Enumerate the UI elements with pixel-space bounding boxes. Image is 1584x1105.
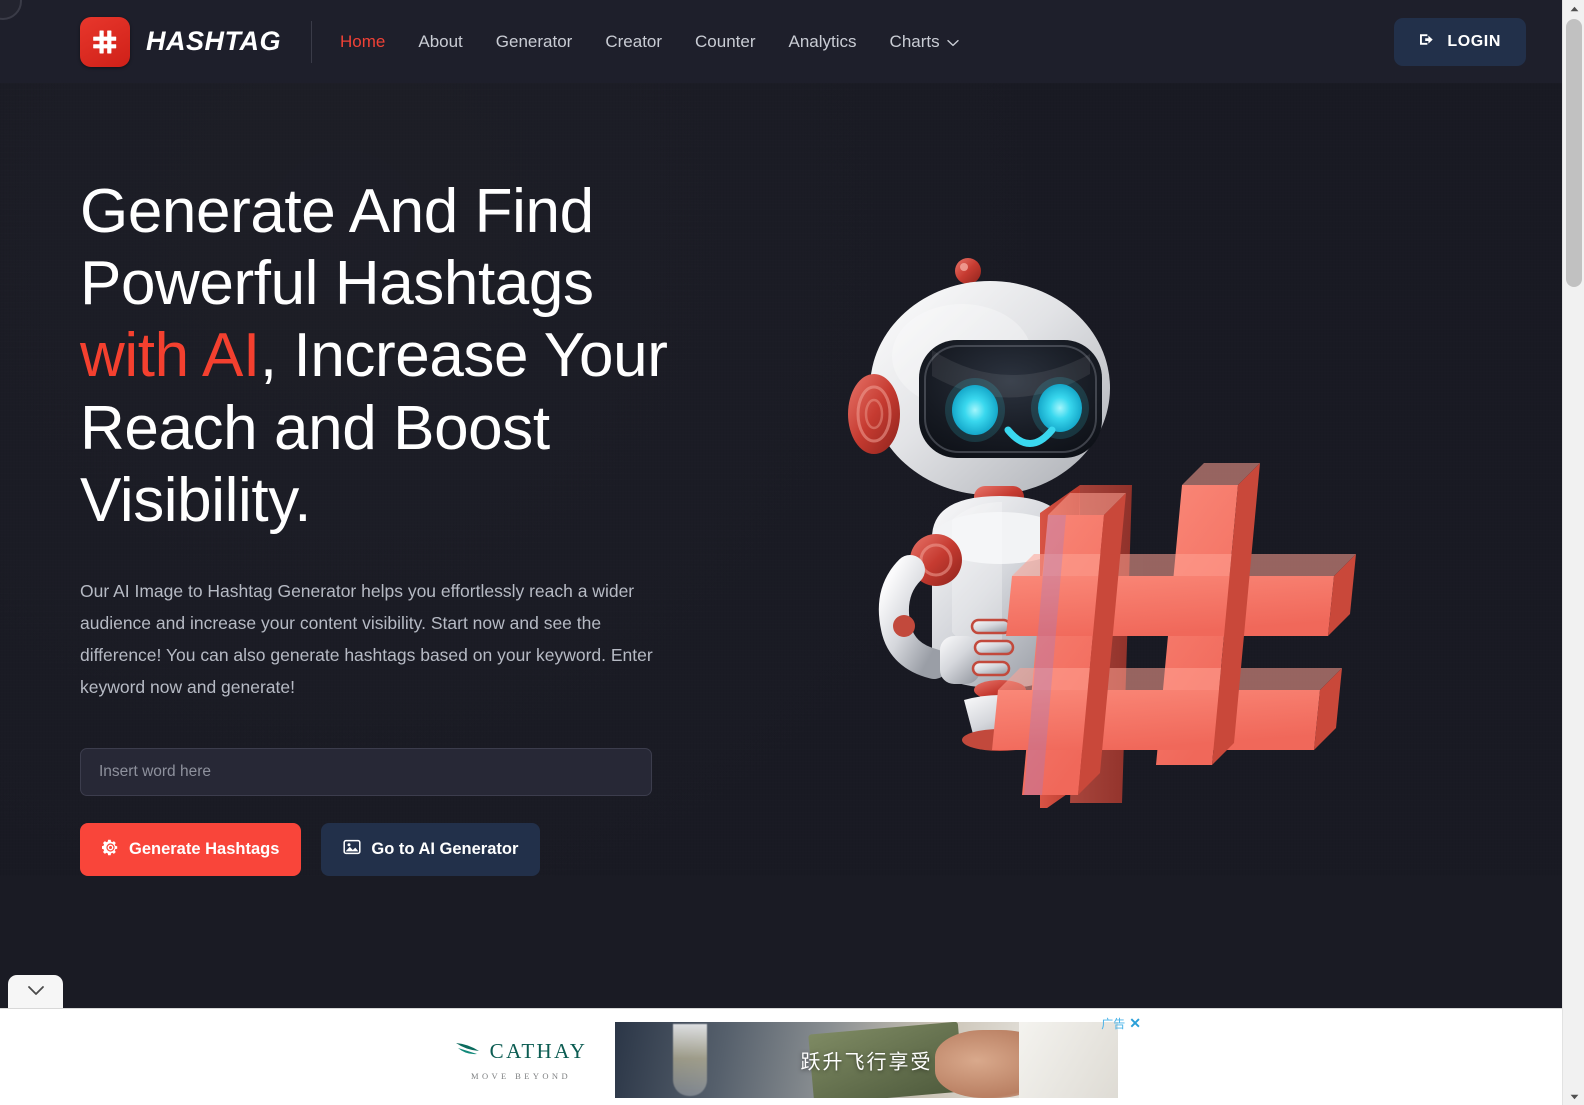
ad-brand-block: CATHAY MOVE BEYOND [427, 1039, 615, 1081]
main-navigation: Home About Generator Creator Counter Ana… [340, 32, 959, 52]
brand-name: HASHTAG [146, 26, 281, 56]
hero-title-line-5: Visibility. [80, 465, 312, 535]
hero-title-line-3: , Increase Your [259, 321, 668, 391]
image-icon [343, 838, 361, 861]
nav-item-creator[interactable]: Creator [605, 32, 662, 52]
browser-scrollbar[interactable] [1562, 0, 1584, 1105]
gear-icon [101, 839, 119, 861]
hero-description: Our AI Image to Hashtag Generator helps … [80, 581, 653, 698]
nav-item-generator[interactable]: Generator [496, 32, 573, 52]
ad-brand-name: CATHAY [489, 1038, 588, 1063]
advertisement-card[interactable]: CATHAY MOVE BEYOND 跃升飞行享受 广告 ✕ [427, 1013, 1143, 1105]
login-button[interactable]: LOGIN [1394, 17, 1526, 66]
site-header: HASHTAG Home About Generator Creator Cou… [0, 0, 1562, 83]
scroll-up-arrow-icon[interactable] [1563, 0, 1584, 17]
page-title: Generate And Find Powerful Hashtags with… [80, 176, 680, 537]
generate-hashtags-button[interactable]: Generate Hashtags [80, 823, 302, 877]
ad-headline: 跃升飞行享受 [800, 1051, 933, 1073]
cathay-brushwing-icon [455, 1039, 481, 1064]
hero-title-line-4: Reach and Boost [80, 393, 550, 463]
nav-item-home[interactable]: Home [340, 32, 385, 52]
nav-item-charts[interactable]: Charts [890, 32, 959, 52]
nav-item-about[interactable]: About [418, 32, 462, 52]
login-button-label: LOGIN [1447, 32, 1501, 50]
go-to-ai-generator-label: Go to AI Generator [371, 840, 519, 859]
scroll-down-arrow-icon[interactable] [1563, 1088, 1584, 1105]
close-icon[interactable]: ✕ [1129, 1015, 1141, 1032]
page-root: HASHTAG Home About Generator Creator Cou… [0, 0, 1584, 1105]
sign-in-icon [1419, 31, 1436, 53]
chevron-down-icon [27, 983, 45, 1001]
ad-label-text: 广告 [1101, 1017, 1126, 1031]
nav-item-charts-label: Charts [889, 31, 940, 51]
hero-title-accent: with AI [80, 321, 260, 391]
ad-tagline: MOVE BEYOND [471, 1070, 571, 1081]
keyword-input[interactable] [80, 748, 652, 797]
ad-media-image: 跃升飞行享受 [615, 1021, 1118, 1098]
chevron-down-icon [946, 32, 959, 52]
hero-title-line-1: Generate And Find [80, 177, 594, 246]
generate-hashtags-label: Generate Hashtags [129, 840, 280, 859]
brand-logo[interactable]: HASHTAG [80, 16, 281, 67]
hero-title-line-2: Powerful Hashtags [80, 249, 594, 319]
collapse-panel-button[interactable] [8, 975, 63, 1008]
nav-item-counter[interactable]: Counter [695, 32, 755, 52]
website-viewport: HASHTAG Home About Generator Creator Cou… [0, 0, 1562, 1008]
ad-disclosure-label[interactable]: 广告 ✕ [1101, 1015, 1141, 1032]
go-to-ai-generator-button[interactable]: Go to AI Generator [321, 823, 541, 877]
hashtag-logo-icon [80, 16, 130, 67]
advertisement-strip: CATHAY MOVE BEYOND 跃升飞行享受 广告 ✕ [0, 1008, 1562, 1105]
hero-content: Generate And Find Powerful Hashtags with… [80, 176, 680, 877]
scrollbar-thumb[interactable] [1566, 19, 1582, 287]
nav-item-analytics[interactable]: Analytics [789, 32, 857, 52]
robot-holding-hashtag-illustration [812, 238, 1372, 808]
header-divider [311, 20, 312, 63]
hero-action-buttons: Generate Hashtags Go to AI Generator [80, 823, 680, 877]
